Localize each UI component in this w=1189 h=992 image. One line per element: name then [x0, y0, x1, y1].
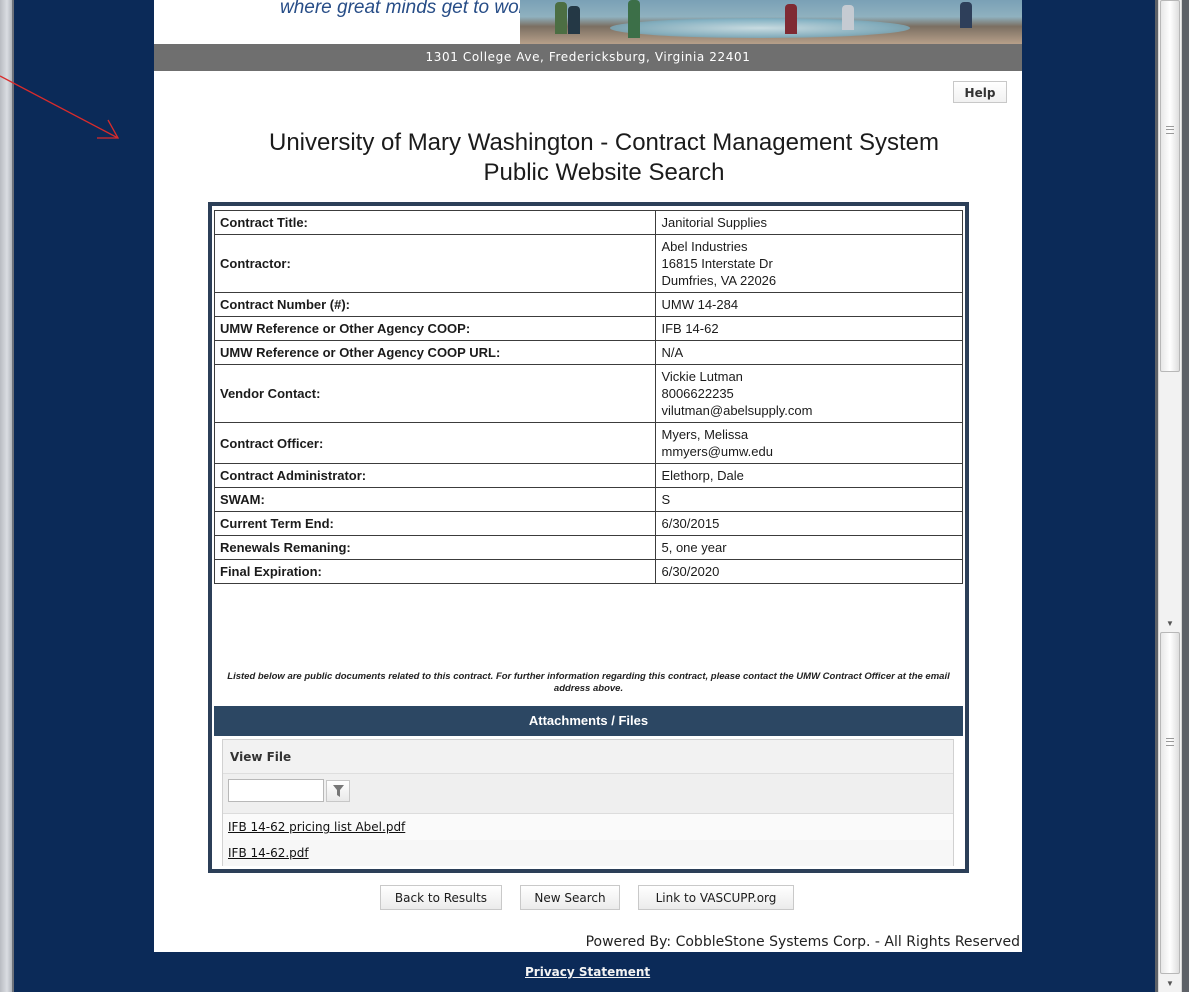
vendor-contact: Vickie Lutman 8006622235 vilutman@abelsu… [655, 364, 963, 423]
back-to-results-button[interactable]: Back to Results [380, 885, 502, 910]
field-label: Contractor: [213, 234, 657, 293]
scroll-thumb-lower[interactable] [1160, 632, 1180, 974]
contract-officer: Myers, Melissa mmyers@umw.edu [655, 422, 963, 464]
field-value: N/A [655, 340, 963, 365]
field-label: Contract Title: [213, 210, 657, 235]
field-value: IFB 14-62 [655, 316, 963, 341]
file-row: IFB 14-62.pdf [223, 840, 953, 866]
photo-person [568, 6, 580, 34]
table-row: Contract Number (#): UMW 14-284 [213, 292, 963, 317]
photo-person [785, 4, 797, 34]
address-bar: 1301 College Ave, Fredericksburg, Virgin… [154, 44, 1022, 71]
contract-details-panel: Contract Title: Janitorial Supplies Cont… [208, 202, 969, 873]
contract-officer-email: mmyers@umw.edu [661, 444, 773, 459]
powered-by-text: Powered By: CobbleStone Systems Corp. - … [585, 934, 1020, 950]
field-value: Elethorp, Dale [655, 463, 963, 488]
field-value: 6/30/2015 [655, 511, 963, 536]
scroll-grip-icon [1166, 738, 1174, 746]
field-label: Contract Officer: [213, 422, 657, 464]
contractor-city: Dumfries, VA 22026 [661, 273, 777, 288]
field-label: SWAM: [213, 487, 657, 512]
field-label: Vendor Contact: [213, 364, 657, 423]
file-row: IFB 14-62 pricing list Abel.pdf [223, 814, 953, 840]
view-file-column-header[interactable]: View File [223, 740, 953, 774]
field-label: Final Expiration: [213, 559, 657, 584]
filter-row [223, 774, 953, 814]
photo-person [960, 2, 972, 28]
photo-person [628, 0, 640, 38]
page-title: University of Mary Washington - Contract… [214, 128, 994, 188]
campus-fountain-photo [520, 0, 1022, 44]
privacy-statement-link[interactable]: Privacy Statement [525, 965, 650, 979]
table-row: Contractor: Abel Industries 16815 Inters… [213, 234, 963, 293]
table-row: Final Expiration: 6/30/2020 [213, 559, 963, 584]
scroll-down-icon[interactable]: ▼ [1160, 976, 1180, 992]
vendor-contact-phone: 8006622235 [661, 386, 734, 401]
photo-person [555, 2, 567, 34]
file-filter-input[interactable] [228, 779, 324, 802]
field-value: Janitorial Supplies [655, 210, 963, 235]
red-annotation-arrow [0, 75, 120, 139]
field-label: Current Term End: [213, 511, 657, 536]
table-row: Contract Title: Janitorial Supplies [213, 210, 963, 235]
contract-details-table: Contract Title: Janitorial Supplies Cont… [213, 210, 963, 584]
contractor-name: Abel Industries [661, 239, 748, 254]
help-button[interactable]: Help [953, 81, 1007, 103]
contract-officer-name: Myers, Melissa [661, 427, 749, 442]
scroll-down-icon[interactable]: ▼ [1160, 616, 1180, 632]
page-subtitle: Public Website Search [483, 159, 725, 186]
field-value: S [655, 487, 963, 512]
attachment-link[interactable]: IFB 14-62.pdf [228, 846, 309, 860]
public-documents-note: Listed below are public documents relate… [227, 671, 950, 694]
contractor-address: Abel Industries 16815 Interstate Dr Dumf… [655, 234, 963, 293]
left-window-edge [0, 0, 14, 992]
attachments-header: Attachments / Files [214, 706, 963, 736]
field-label: Contract Number (#): [213, 292, 657, 317]
scroll-thumb-upper[interactable] [1160, 0, 1180, 372]
field-value: 6/30/2020 [655, 559, 963, 584]
scroll-grip-icon [1166, 126, 1174, 134]
vendor-contact-email: vilutman@abelsupply.com [661, 403, 813, 418]
filter-button[interactable] [326, 780, 350, 802]
table-row: Vendor Contact: Vickie Lutman 8006622235… [213, 364, 963, 423]
vascupp-link-button[interactable]: Link to VASCUPP.org [638, 885, 794, 910]
fountain-shape [610, 18, 910, 38]
attachments-grid: View File IFB 14-62 pricing list Abel.pd… [222, 739, 954, 866]
university-banner: where great minds get to work [154, 0, 1022, 44]
bottom-actions: Back to Results New Search Link to VASCU… [154, 885, 1022, 911]
page-title-line: University of Mary Washington - Contract… [268, 129, 940, 156]
table-row: UMW Reference or Other Agency COOP: IFB … [213, 316, 963, 341]
new-search-button[interactable]: New Search [520, 885, 620, 910]
filter-icon [333, 785, 344, 797]
banner-tagline: where great minds get to work [280, 0, 535, 18]
field-label: UMW Reference or Other Agency COOP: [213, 316, 657, 341]
contractor-street: 16815 Interstate Dr [661, 256, 773, 271]
attachment-link[interactable]: IFB 14-62 pricing list Abel.pdf [228, 820, 405, 834]
table-row: Contract Administrator: Elethorp, Dale [213, 463, 963, 488]
table-row: Renewals Remaning: 5, one year [213, 535, 963, 560]
table-row: SWAM: S [213, 487, 963, 512]
photo-person [842, 5, 854, 30]
table-row: UMW Reference or Other Agency COOP URL: … [213, 340, 963, 365]
vendor-contact-name: Vickie Lutman [661, 369, 743, 384]
contract-page: where great minds get to work 1301 Colle… [154, 0, 1022, 952]
field-label: Contract Administrator: [213, 463, 657, 488]
field-label: UMW Reference or Other Agency COOP URL: [213, 340, 657, 365]
field-value: 5, one year [655, 535, 963, 560]
browser-screen: ▼ ▼ where great minds get to work 1301 C… [0, 0, 1189, 992]
field-value: UMW 14-284 [655, 292, 963, 317]
field-label: Renewals Remaning: [213, 535, 657, 560]
table-row: Contract Officer: Myers, Melissa mmyers@… [213, 422, 963, 464]
table-row: Current Term End: 6/30/2015 [213, 511, 963, 536]
